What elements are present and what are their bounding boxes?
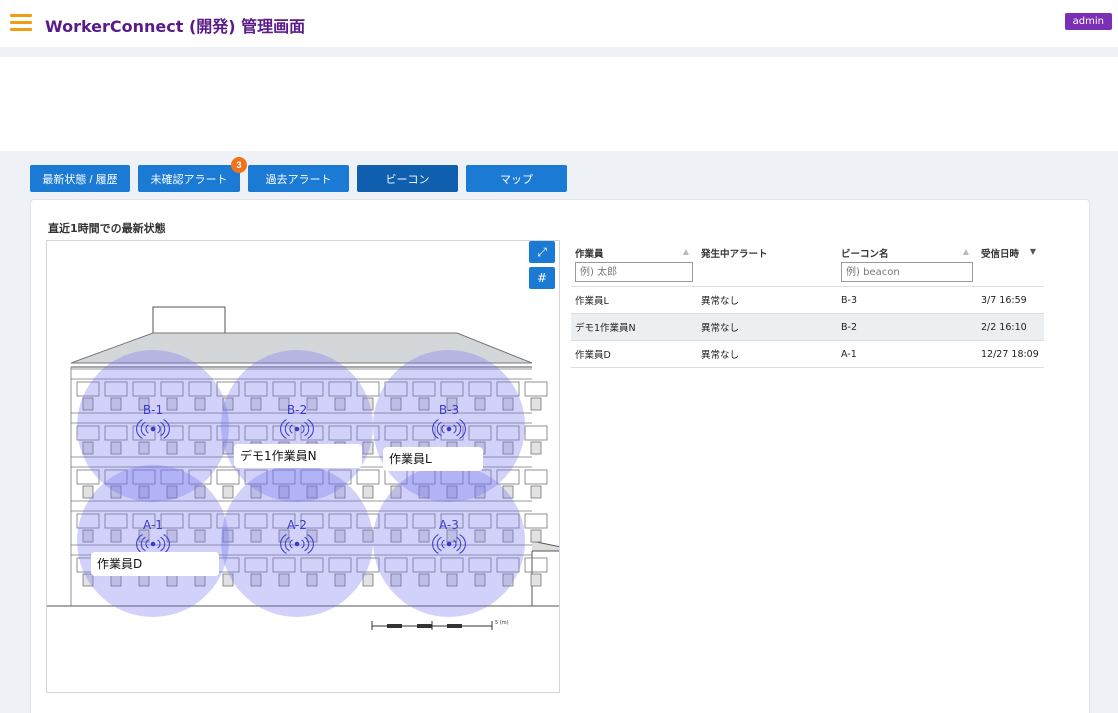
cell-alert: 異常なし (697, 286, 837, 314)
worker-map-label[interactable]: 作業員L (383, 447, 483, 471)
beacon-label: A-1 (143, 518, 163, 532)
expand-icon[interactable]: ⤢ (529, 241, 555, 263)
tab-beacons[interactable]: ビーコン (357, 165, 458, 192)
building-elevation-drawing: B-1 B-2 B-3 A-1 A-2 A-3 デモ1作業員N 作業員L 作業員D 5 (m) (47, 306, 559, 630)
column-header-alert[interactable]: 発生中アラート (697, 240, 837, 262)
table-row[interactable]: 作業員L 異常なし B-3 3/7 16:59 (571, 286, 1044, 314)
beacon-label: B-1 (143, 403, 163, 417)
tab-past-alerts[interactable]: 過去アラート (248, 165, 349, 192)
beacon-label: A-3 (439, 518, 459, 532)
cell-beacon: B-2 (837, 313, 977, 341)
table-row[interactable]: 作業員D 異常なし A-1 12/27 18:09 (571, 340, 1044, 368)
column-header-beacon[interactable]: ビーコン名 ▲ (837, 240, 977, 262)
scale-label: 5 (m) (495, 620, 509, 626)
beacon-label: B-2 (287, 403, 307, 417)
sort-asc-icon[interactable]: ▲ (683, 247, 689, 256)
worker-filter-input[interactable] (575, 262, 693, 282)
column-header-received-label: 受信日時 (981, 249, 1020, 260)
tab-unconfirmed-alerts-label: 未確認アラート (150, 173, 228, 186)
hamburger-menu-icon[interactable] (10, 14, 32, 32)
tab-unconfirmed-alerts[interactable]: 未確認アラート 3 (138, 157, 247, 192)
beacon-filter-input[interactable] (841, 262, 973, 282)
cell-alert: 異常なし (697, 313, 837, 341)
cell-received: 3/7 16:59 (977, 286, 1044, 314)
tab-latest-history[interactable]: 最新状態 / 履歴 (30, 165, 130, 192)
alert-count-badge: 3 (231, 157, 247, 173)
column-header-beacon-label: ビーコン名 (841, 249, 889, 260)
column-header-received[interactable]: 受信日時 ▼ (977, 240, 1044, 262)
worker-map-label-text: 作業員D (97, 557, 142, 571)
app-title: WorkerConnect (開発) 管理画面 (45, 17, 306, 36)
status-card: 直近1時間での最新状態 ⤢ # B-1 B-2 B-3 A-1 A-2 A-3 デモ1作業員… (30, 199, 1090, 713)
beacon-zone-a-1[interactable]: A-1 (77, 465, 229, 617)
section-title: 直近1時間での最新状態 (48, 222, 166, 235)
cell-received: 12/27 18:09 (977, 340, 1044, 368)
sort-asc-icon[interactable]: ▲ (963, 247, 969, 256)
cell-received: 2/2 16:10 (977, 313, 1044, 341)
cell-worker: 作業員L (571, 286, 697, 314)
tab-map[interactable]: マップ (466, 165, 567, 192)
sort-desc-icon[interactable]: ▼ (1030, 247, 1036, 256)
top-bar: WorkerConnect (開発) 管理画面 admin (0, 0, 1118, 47)
worker-map-label-text: デモ1作業員N (240, 448, 317, 463)
building-map[interactable]: ⤢ # B-1 B-2 B-3 A-1 A-2 A-3 デモ1作業員N 作業員L 作業員D (46, 240, 560, 693)
table-row[interactable]: デモ1作業員N 異常なし B-2 2/2 16:10 (571, 313, 1044, 341)
column-header-worker-label: 作業員 (575, 249, 604, 260)
beacon-label: A-2 (287, 518, 307, 532)
cell-worker: 作業員D (571, 340, 697, 368)
column-header-worker[interactable]: 作業員 ▲ (571, 240, 697, 262)
grid-toggle-icon[interactable]: # (529, 267, 555, 289)
worker-map-label-text: 作業員L (389, 452, 432, 466)
beacon-label: B-3 (439, 403, 459, 417)
worker-map-label[interactable]: 作業員D (91, 552, 219, 576)
cell-beacon: A-1 (837, 340, 977, 368)
beacon-zone-a-3[interactable]: A-3 (373, 465, 525, 617)
cell-worker: デモ1作業員N (571, 313, 697, 341)
scale-bar: 5 (m) (371, 620, 509, 630)
beacon-zone-a-2[interactable]: A-2 (221, 465, 373, 617)
user-badge[interactable]: admin (1064, 13, 1112, 30)
banner-area (0, 57, 1118, 151)
cell-beacon: B-3 (837, 286, 977, 314)
worker-status-table: 作業員 ▲ 発生中アラート ビーコン名 ▲ 受信日時 ▼ 作業員L異常なしB-33/7… (571, 240, 1044, 368)
worker-map-label[interactable]: デモ1作業員N (234, 444, 362, 468)
cell-alert: 異常なし (697, 340, 837, 368)
